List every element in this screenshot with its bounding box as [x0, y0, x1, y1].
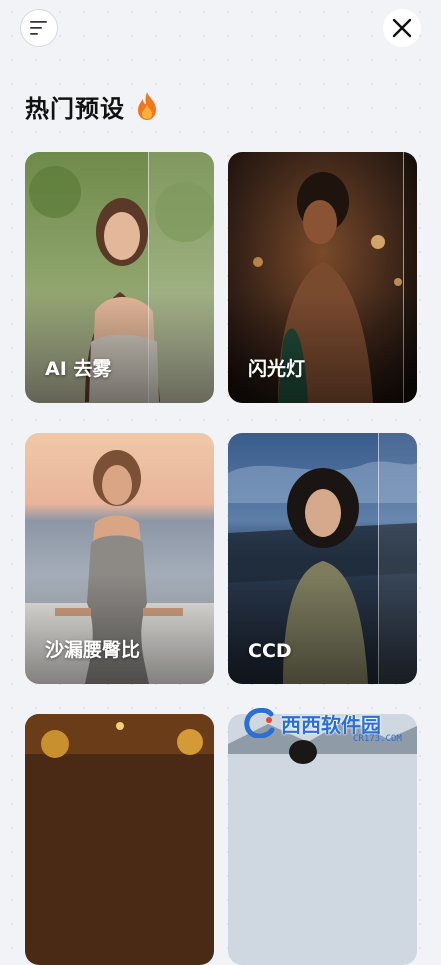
- close-button[interactable]: [383, 9, 421, 47]
- preset-card-hourglass[interactable]: 沙漏腰臀比: [25, 433, 214, 684]
- preset-label: AI 去雾: [45, 358, 112, 380]
- watermark-logo-icon: [244, 708, 275, 738]
- menu-lines-icon: [30, 21, 47, 35]
- preset-photo: [228, 714, 417, 965]
- preset-card-ccd[interactable]: CCD: [228, 433, 417, 684]
- watermark-subtext: CR173.COM: [353, 734, 402, 744]
- preset-label: CCD: [248, 640, 292, 662]
- close-icon: [392, 18, 412, 38]
- preset-card-snow[interactable]: [228, 714, 417, 965]
- preset-label: 沙漏腰臀比: [45, 639, 141, 661]
- preset-card-dehaze[interactable]: AI 去雾: [25, 152, 214, 403]
- preset-label: 闪光灯: [248, 358, 306, 380]
- section-header: 热门预设: [25, 86, 159, 126]
- preset-card-party[interactable]: [25, 714, 214, 965]
- site-watermark: 西西软件园 CR173.COM: [243, 706, 423, 744]
- section-title: 热门预设: [25, 94, 125, 123]
- fire-icon: [138, 92, 156, 120]
- menu-button[interactable]: [20, 9, 58, 47]
- preset-photo: [25, 714, 214, 965]
- preset-card-flash[interactable]: 闪光灯: [228, 152, 417, 403]
